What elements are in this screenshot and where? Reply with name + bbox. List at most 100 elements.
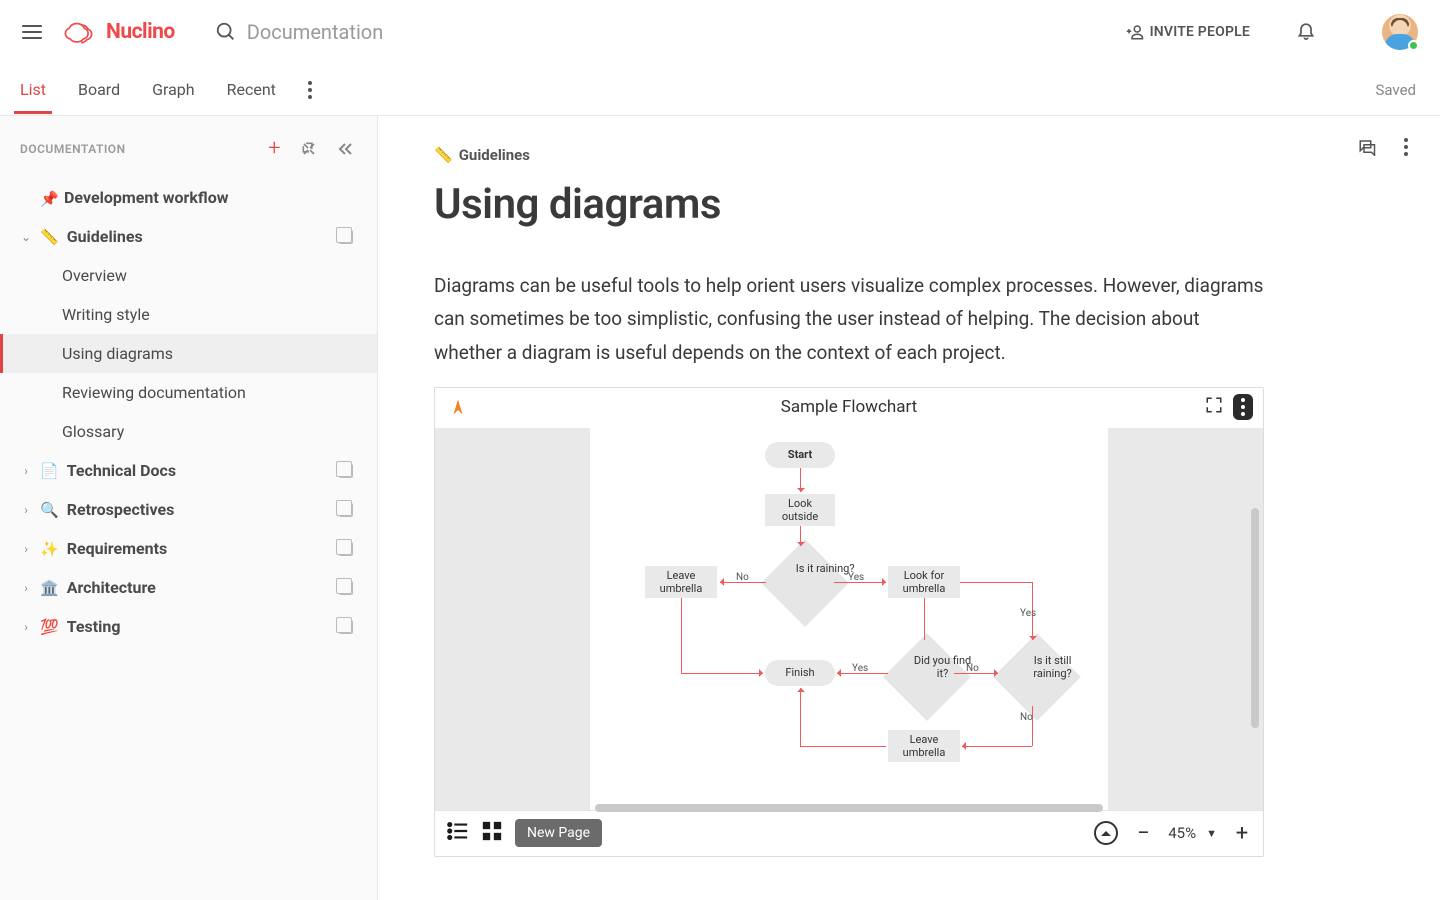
embed-zoom-select[interactable]: 45% ▼ — [1168, 824, 1217, 842]
page-title[interactable]: Using diagrams — [434, 180, 1384, 229]
search-icon — [215, 21, 237, 43]
sidebar-item-label: Reviewing documentation — [62, 383, 353, 402]
list-icon — [447, 820, 469, 842]
node-look-outside[interactable]: Look outside — [765, 494, 835, 526]
pin-icon: 📌 — [40, 190, 56, 206]
sidebar-item-label: Architecture — [67, 578, 331, 597]
sidebar-item-guidelines[interactable]: ⌄ 📏 Guidelines — [0, 217, 377, 256]
sidebar-item-label: Retrospectives — [67, 500, 331, 519]
sidebar-item-label: Using diagrams — [62, 344, 353, 363]
copy-icon — [339, 581, 353, 595]
copy-icon — [339, 542, 353, 556]
fullscreen-icon — [1205, 396, 1223, 414]
sidebar-item-writing-style[interactable]: Writing style — [0, 295, 377, 334]
sidebar-item-requirements[interactable]: › ✨ Requirements — [0, 529, 377, 568]
embed-brand-icon — [449, 398, 467, 416]
embed-scrollbar-vertical[interactable] — [1251, 508, 1259, 728]
sidebar-item-label: Guidelines — [67, 227, 331, 246]
item-emoji: 📏 — [40, 228, 59, 246]
sidebar-item-reviewing-documentation[interactable]: Reviewing documentation — [0, 373, 377, 412]
comments-icon — [1358, 138, 1376, 156]
edge-label-no-3: No — [1020, 712, 1033, 723]
caret-down-icon: ▼ — [1206, 827, 1217, 840]
add-person-icon — [1126, 23, 1144, 41]
node-did-find[interactable]: Did you find it? — [890, 642, 964, 712]
embed-view-grid-button[interactable] — [481, 820, 503, 846]
node-still-raining[interactable]: Is it still raining? — [1000, 642, 1074, 712]
expand-icon — [301, 141, 317, 157]
tab-list[interactable]: List — [20, 66, 46, 113]
embed-fullscreen-button[interactable] — [1205, 396, 1223, 419]
node-leave-umbrella[interactable]: Leave umbrella — [645, 566, 717, 598]
diagram-canvas[interactable]: Start Look outside Is it raining? Leave … — [435, 428, 1263, 810]
sidebar-item-architecture[interactable]: › 🏛️ Architecture — [0, 568, 377, 607]
comments-button[interactable] — [1358, 138, 1376, 156]
doc-more-button[interactable] — [1404, 138, 1408, 156]
embed-view-list-button[interactable] — [447, 820, 469, 846]
sidebar-item-label: Development workflow — [64, 188, 353, 207]
copy-icon — [339, 503, 353, 517]
doc-paragraph[interactable]: Diagrams can be useful tools to help ori… — [434, 269, 1264, 369]
sidebar-item-label: Testing — [67, 617, 331, 636]
copy-icon — [339, 230, 353, 244]
embed-title: Sample Flowchart — [781, 397, 917, 417]
sidebar-item-label: Glossary — [62, 422, 353, 441]
brand-logo[interactable]: Nuclino — [64, 18, 175, 46]
diagram-embed: Sample Flowchart Start Look ou — [434, 387, 1264, 857]
item-emoji: 🏛️ — [40, 579, 59, 597]
chevron-down-icon: ⌄ — [20, 230, 32, 244]
node-leave-umbrella-2[interactable]: Leave umbrella — [888, 730, 960, 762]
sidebar-item-using-diagrams[interactable]: Using diagrams — [0, 334, 377, 373]
item-emoji: ✨ — [40, 540, 59, 558]
collapse-sidebar-button[interactable] — [333, 137, 357, 161]
sidebar: DOCUMENTATION + 📌 Development workflow ⌄ 📏 G… — [0, 116, 378, 900]
embed-new-page-button[interactable]: New Page — [515, 819, 602, 847]
embed-more-button[interactable] — [1233, 394, 1253, 420]
add-page-button[interactable]: + — [264, 134, 285, 164]
item-emoji: 💯 — [40, 618, 59, 636]
sidebar-item-testing[interactable]: ›💯Testing — [0, 607, 377, 646]
node-finish[interactable]: Finish — [765, 660, 835, 686]
copy-icon — [339, 620, 353, 634]
tabs-more-button[interactable] — [308, 81, 312, 99]
grid-icon — [481, 820, 503, 842]
breadcrumb-emoji: 📏 — [434, 146, 453, 164]
sidebar-item-label: Overview — [62, 266, 353, 285]
sidebar-item-glossary[interactable]: Glossary — [0, 412, 377, 451]
sidebar-item-overview[interactable]: Overview — [0, 256, 377, 295]
embed-zoom-in-button[interactable]: + — [1233, 821, 1251, 846]
sidebar-title: DOCUMENTATION — [20, 142, 252, 156]
sidebar-item-retrospectives[interactable]: ›🔍Retrospectives — [0, 490, 377, 529]
invite-people-button[interactable]: INVITE PEOPLE — [1126, 23, 1250, 41]
sidebar-item-development-workflow[interactable]: 📌 Development workflow — [0, 178, 377, 217]
chevron-right-icon: › — [20, 581, 32, 595]
embed-zoom-out-button[interactable]: − — [1134, 821, 1152, 846]
embed-scrollbar-horizontal[interactable] — [595, 804, 1103, 812]
menu-button[interactable] — [22, 20, 46, 44]
breadcrumb[interactable]: 📏 Guidelines — [434, 146, 1384, 164]
chevron-right-icon: › — [20, 464, 32, 478]
save-status: Saved — [1375, 81, 1416, 99]
notifications-button[interactable] — [1296, 19, 1316, 45]
node-start[interactable]: Start — [765, 442, 835, 468]
search-placeholder: Documentation — [247, 20, 384, 44]
tab-graph[interactable]: Graph — [152, 66, 195, 113]
bell-icon — [1296, 19, 1316, 41]
chevron-right-icon: › — [20, 542, 32, 556]
node-look-for-umbrella[interactable]: Look for umbrella — [888, 566, 960, 598]
edge-label-no-2: No — [966, 663, 979, 674]
edge-label-yes-3: Yes — [852, 663, 868, 674]
expand-tree-button[interactable] — [297, 137, 321, 161]
embed-zoom-fit-button[interactable] — [1094, 821, 1118, 845]
brain-icon — [64, 18, 98, 46]
tab-board[interactable]: Board — [78, 66, 120, 113]
tab-recent[interactable]: Recent — [227, 66, 276, 113]
sidebar-item-label: Writing style — [62, 305, 353, 324]
search[interactable]: Documentation — [215, 20, 384, 44]
item-emoji: 📄 — [40, 462, 59, 480]
node-is-raining[interactable]: Is it raining? — [768, 548, 842, 618]
sidebar-item-technical-docs[interactable]: ›📄Technical Docs — [0, 451, 377, 490]
user-avatar[interactable] — [1354, 14, 1418, 50]
sidebar-item-label: Requirements — [67, 539, 331, 558]
document-content: 📏 Guidelines Using diagrams Diagrams can… — [378, 116, 1440, 900]
